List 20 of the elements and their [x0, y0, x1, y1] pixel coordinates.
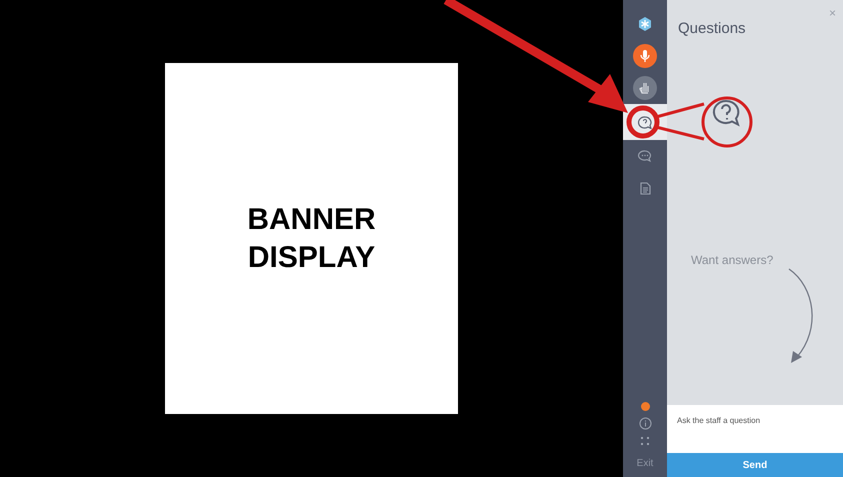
banner-text: BANNER DISPLAY	[246, 202, 377, 276]
exit-button[interactable]: Exit	[636, 456, 654, 471]
logo-icon	[637, 16, 653, 32]
grid-icon[interactable]	[640, 436, 650, 446]
send-button[interactable]: Send	[667, 453, 843, 477]
close-button[interactable]: ×	[828, 6, 836, 20]
panel-title: Questions	[678, 19, 746, 39]
chat-bubble-icon	[638, 150, 652, 162]
info-icon[interactable]	[638, 417, 652, 430]
document-icon	[640, 182, 650, 194]
prompt-text: Want answers?	[691, 252, 774, 268]
microphone-icon	[633, 44, 657, 68]
leader-line	[656, 126, 704, 140]
hand-icon	[633, 76, 657, 100]
question-bubble-icon	[711, 98, 741, 126]
question-input-field[interactable]: Ask the staff a question	[667, 405, 843, 453]
question-bubble-icon	[638, 116, 652, 128]
highlight-circle	[702, 96, 752, 148]
leader-line	[656, 102, 704, 118]
highlight-circle	[626, 106, 660, 138]
